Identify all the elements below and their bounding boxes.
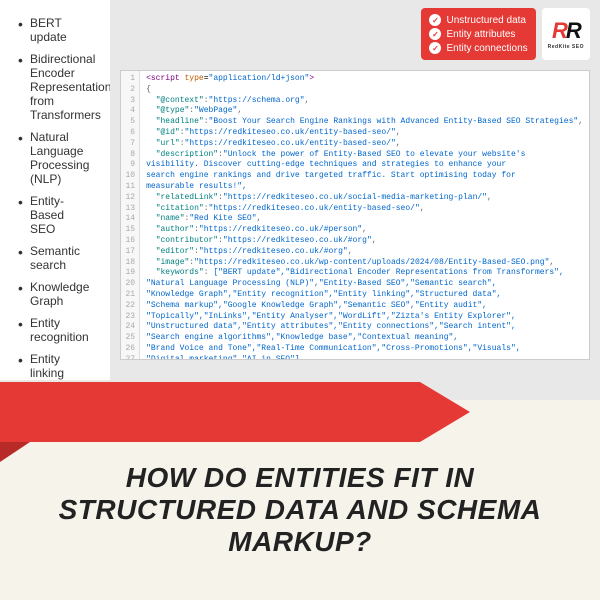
json-ld-code-block: 1234567891011121314151617181920212223242… xyxy=(120,70,590,360)
page-headline: HOW DO ENTITIES FIT IN STRUCTURED DATA A… xyxy=(40,462,560,559)
right-panel: ✓ Unstructured data ✓ Entity attributes … xyxy=(110,0,600,380)
list-item: Knowledge Graph xyxy=(18,276,92,312)
list-item: BERT update xyxy=(18,12,92,48)
badge-group: ✓ Unstructured data ✓ Entity attributes … xyxy=(421,8,535,60)
logo-icon: RR xyxy=(552,18,580,44)
keyword-list: BERT updateBidirectional Encoder Represe… xyxy=(18,12,92,380)
check-icon: ✓ xyxy=(429,14,441,26)
code-gutter: 1234567891011121314151617181920212223242… xyxy=(121,71,140,359)
code-content: <script type="application/ld+json"> { "@… xyxy=(140,71,589,359)
badge-entity-connections: ✓ Entity connections xyxy=(429,41,527,55)
redkite-logo: RR RedKite SEO xyxy=(542,8,590,60)
badge-label: Entity connections xyxy=(446,43,527,54)
arrow-banner xyxy=(0,372,600,452)
list-item: Natural Language Processing (NLP) xyxy=(18,126,92,190)
badge-label: Unstructured data xyxy=(446,15,526,26)
badge-label: Entity attributes xyxy=(446,29,515,40)
list-item: Entity-Based SEO xyxy=(18,190,92,240)
check-icon: ✓ xyxy=(429,42,441,54)
logo-text: RedKite SEO xyxy=(548,44,584,50)
badge-unstructured-data: ✓ Unstructured data xyxy=(429,13,527,27)
badge-entity-attributes: ✓ Entity attributes xyxy=(429,27,527,41)
list-item: Semantic search xyxy=(18,240,92,276)
list-item: Entity recognition xyxy=(18,312,92,348)
list-item: Bidirectional Encoder Representations fr… xyxy=(18,48,92,126)
top-section: BERT updateBidirectional Encoder Represe… xyxy=(0,0,600,380)
badges-row: ✓ Unstructured data ✓ Entity attributes … xyxy=(120,8,590,60)
check-icon: ✓ xyxy=(429,28,441,40)
keyword-list-panel: BERT updateBidirectional Encoder Represe… xyxy=(0,0,110,380)
